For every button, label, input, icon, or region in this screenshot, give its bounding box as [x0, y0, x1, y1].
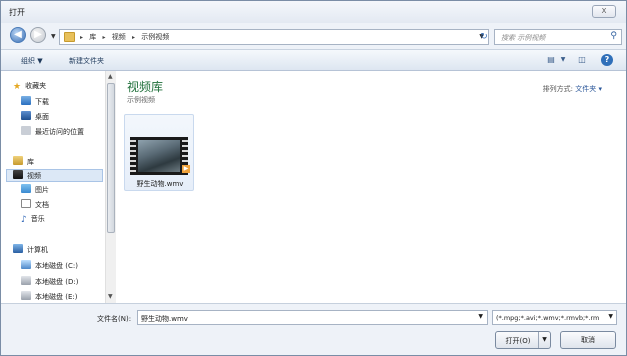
file-name-label: 野生动物.wmv — [136, 180, 184, 188]
file-item[interactable]: ▶ 野生动物.wmv — [124, 114, 194, 191]
star-icon: ★ — [13, 82, 22, 92]
drive-icon — [21, 291, 31, 300]
drive-icon — [21, 276, 31, 285]
navigation-pane: ★ 收藏夹 下载 桌面 最近访问的位置 库 视频 图片 文档 ♪ 音乐 计算机 本地… — [1, 71, 116, 303]
thumbnail-image — [138, 140, 180, 172]
sidebar-item-pictures[interactable]: 图片 — [21, 184, 49, 197]
file-name-input[interactable]: 野生动物.wmv ▼ — [137, 310, 488, 325]
chevron-down-icon: ▼ — [608, 313, 613, 320]
sidebar-item-downloads[interactable]: 下载 — [21, 96, 49, 109]
organize-menu-button[interactable]: 组织 ▼ — [21, 56, 43, 66]
window-title: 打开 — [9, 8, 25, 17]
view-options-icon[interactable]: ▤ — [545, 54, 557, 66]
open-button-label: 打开(O) — [505, 337, 531, 345]
video-thumbnail: ▶ — [130, 137, 190, 175]
media-player-icon: ▶ — [182, 165, 190, 173]
new-folder-button[interactable]: 新建文件夹 — [69, 56, 104, 66]
back-button[interactable]: ◀ — [10, 27, 26, 43]
sidebar-item-computer[interactable]: 计算机 — [13, 244, 48, 257]
view-dropdown-icon[interactable]: ▼ — [557, 54, 569, 66]
file-name-value: 野生动物.wmv — [141, 315, 188, 323]
help-icon[interactable]: ? — [601, 54, 613, 66]
pictures-icon — [21, 184, 31, 193]
breadcrumb-item-videos[interactable]: 视频 — [112, 33, 126, 41]
address-bar[interactable]: ▸ 库 ▸ 视频 ▸ 示例视频 ▼ — [59, 29, 489, 45]
search-input[interactable]: 搜索 示例视频 ⚲ — [494, 29, 622, 45]
address-row: ◀ ▶ ▼ ▸ 库 ▸ 视频 ▸ 示例视频 ▼ ↻ 搜索 示例视频 ⚲ — [1, 23, 626, 49]
file-type-select[interactable]: (*.mpg;*.avi;*.wmv;*.rmvb;*.rm ▼ — [492, 310, 617, 325]
scroll-up-icon[interactable]: ▲ — [108, 73, 113, 80]
sidebar-item-drive-c[interactable]: 本地磁盘 (C:) — [21, 260, 78, 273]
sidebar-item-recent-places[interactable]: 最近访问的位置 — [21, 126, 84, 139]
videos-icon — [13, 170, 23, 179]
navigation-scrollbar[interactable]: ▲ ▼ — [105, 71, 116, 303]
forward-arrow-icon: ▶ — [34, 29, 42, 40]
documents-icon — [21, 199, 31, 208]
sidebar-item-libraries[interactable]: 库 — [13, 156, 34, 169]
sidebar-item-documents[interactable]: 文档 — [21, 199, 49, 212]
dialog-footer: 文件名(N): 野生动物.wmv ▼ (*.mpg;*.avi;*.wmv;*.… — [1, 303, 626, 355]
downloads-icon — [21, 96, 31, 105]
open-file-dialog: 打开 X ◀ ▶ ▼ ▸ 库 ▸ 视频 ▸ 示例视频 ▼ ↻ 搜索 示例视频 ⚲… — [0, 0, 627, 356]
search-icon: ⚲ — [610, 31, 617, 41]
back-arrow-icon: ◀ — [14, 29, 22, 40]
library-title: 视频库 — [127, 80, 164, 94]
breadcrumb-item-library[interactable]: 库 — [89, 33, 96, 41]
sidebar-item-desktop[interactable]: 桌面 — [21, 111, 49, 124]
recent-places-icon — [21, 126, 31, 135]
library-subtitle: 示例视频 — [127, 96, 155, 104]
close-button[interactable]: X — [592, 5, 616, 18]
scrollbar-thumb[interactable] — [107, 83, 115, 233]
arrange-by: 排列方式: 文件夹 ▾ — [543, 84, 602, 94]
recent-pages-dropdown-icon[interactable]: ▼ — [51, 33, 56, 40]
file-name-dropdown-icon[interactable]: ▼ — [478, 313, 483, 320]
preview-pane-icon[interactable]: ◫ — [576, 54, 588, 66]
cancel-button[interactable]: 取消 — [560, 331, 616, 349]
sidebar-item-music[interactable]: ♪ 音乐 — [21, 214, 45, 227]
library-icon — [13, 156, 23, 165]
computer-icon — [13, 244, 23, 253]
search-placeholder: 搜索 示例视频 — [501, 34, 546, 42]
music-icon: ♪ — [21, 215, 27, 225]
system-drive-icon — [21, 260, 31, 269]
sidebar-item-drive-d[interactable]: 本地磁盘 (D:) — [21, 276, 78, 289]
open-options-dropdown-icon[interactable]: ▼ — [538, 332, 550, 348]
folder-icon — [64, 32, 75, 42]
film-strip-icon — [130, 137, 136, 175]
file-list-pane: 视频库 示例视频 排列方式: 文件夹 ▾ ▶ 野生动物.wmv — [116, 71, 626, 303]
breadcrumb-item-sample-videos[interactable]: 示例视频 — [141, 33, 169, 41]
breadcrumb-separator-icon: ▸ — [131, 34, 135, 41]
breadcrumb: ▸ 库 ▸ 视频 ▸ 示例视频 — [80, 32, 173, 42]
breadcrumb-separator-icon: ▸ — [80, 34, 84, 41]
sidebar-item-videos[interactable]: 视频 — [6, 169, 103, 182]
title-bar: 打开 X — [1, 1, 626, 23]
arrange-label: 排列方式: — [542, 85, 574, 93]
arrange-by-dropdown[interactable]: 文件夹 ▾ — [575, 85, 602, 93]
forward-button[interactable]: ▶ — [30, 27, 46, 43]
desktop-icon — [21, 111, 31, 120]
breadcrumb-separator-icon: ▸ — [102, 34, 106, 41]
refresh-icon[interactable]: ↻ — [477, 30, 491, 44]
file-type-value: (*.mpg;*.avi;*.wmv;*.rmvb;*.rm — [496, 314, 600, 322]
open-button[interactable]: 打开(O) ▼ — [495, 331, 551, 349]
scroll-down-icon[interactable]: ▼ — [108, 293, 113, 300]
sidebar-item-favorites[interactable]: ★ 收藏夹 — [13, 81, 46, 94]
command-toolbar: 组织 ▼ 新建文件夹 ▤ ▼ ◫ ? — [1, 49, 626, 71]
file-name-label: 文件名(N): — [97, 315, 132, 323]
